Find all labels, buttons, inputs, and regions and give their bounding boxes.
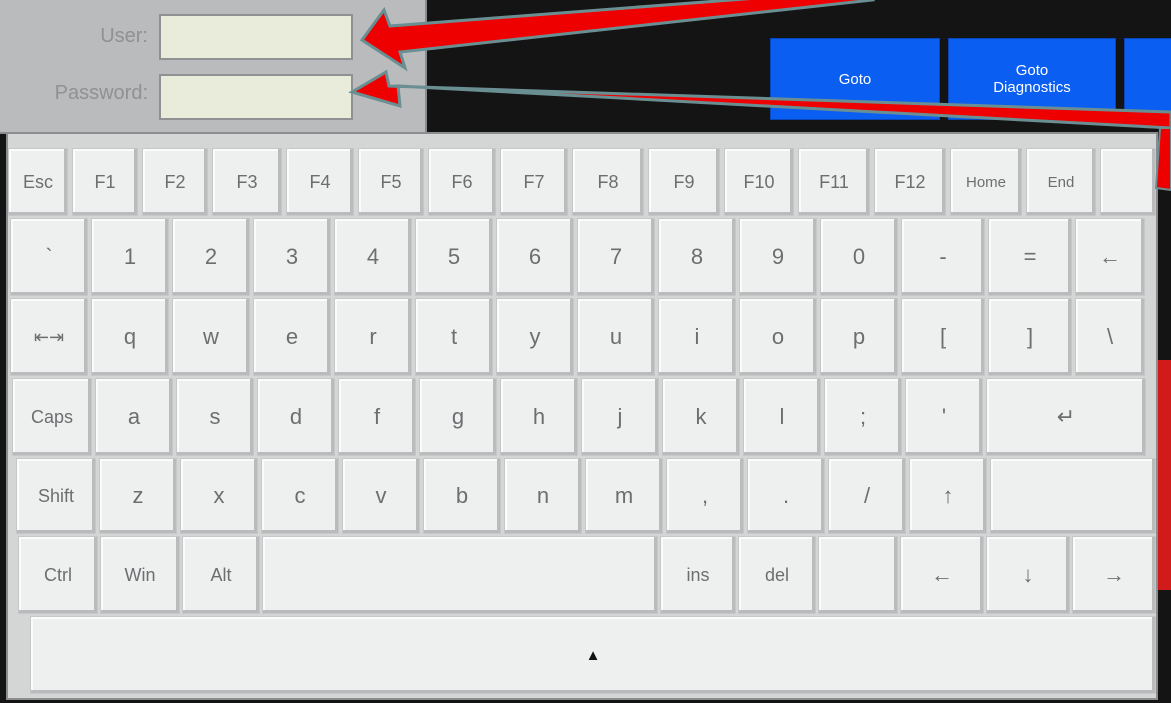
arrow-edge-fragment bbox=[1154, 127, 1171, 192]
annotation-arrows bbox=[348, 0, 1171, 192]
arrow-user-field bbox=[359, 0, 876, 72]
arrow-password-field bbox=[348, 69, 1171, 130]
